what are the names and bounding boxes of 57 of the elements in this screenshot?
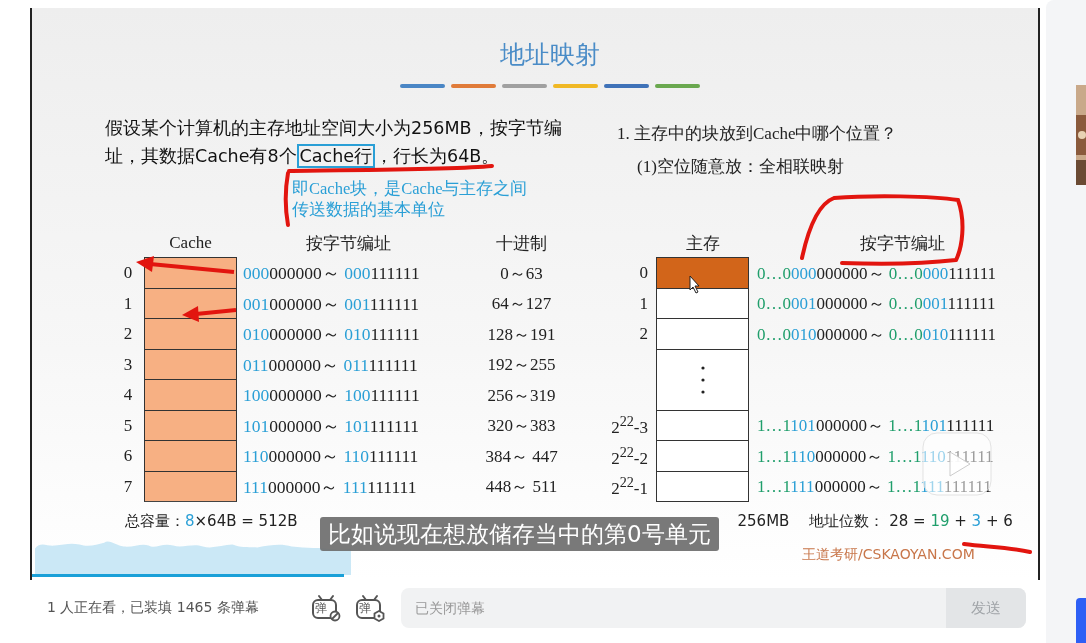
decimal-range: 384～ 447 [484, 445, 559, 468]
ink-arrow [182, 306, 237, 322]
decimal-range: 256～319 [486, 384, 557, 407]
address-bits: 地址位数： 28 = 19 + 3 + 6 [809, 511, 1013, 531]
note-text: 即Cache块，是Cache与主存之间传送数据的基本单位 [292, 178, 529, 220]
block-number: 2$^{22}$-3 [610, 413, 648, 439]
subtitle-caption: 比如说现在想放储存当中的第0号单元 [320, 517, 719, 551]
row-index: 2 [122, 324, 134, 345]
address-range: 1…1101000000～ 1…1101111111 [757, 415, 996, 438]
block-number: 1 [638, 293, 648, 314]
decimal-range: 448～ 511 [484, 476, 559, 499]
decimal-range: 192～255 [486, 354, 557, 377]
address-range: 0…0000000000～ 0…0000111111 [757, 262, 998, 285]
row-index: 4 [122, 385, 134, 406]
address-range: 001000000～ 001111111 [243, 292, 420, 316]
danmaku-settings-button[interactable]: 弹 [353, 593, 387, 623]
address-range: 111000000～ 111111111 [243, 475, 418, 499]
address-range: 100000000～ 100111111 [243, 384, 421, 408]
decimal-range: 0～63 [499, 262, 544, 285]
address-range: 011000000～ 011111111 [243, 353, 419, 377]
address-range: 101000000～ 101111111 [243, 414, 420, 438]
viewer-count: 1 人正在看，已装填 1465 条弹幕 [47, 599, 260, 617]
decimal-range: 64～127 [490, 293, 553, 316]
answer-text: (1)空位随意放：全相联映射 [637, 156, 845, 178]
block-number: 2$^{22}$-1 [610, 474, 648, 500]
block-number: 2 [638, 324, 648, 345]
decimal-range: 128～191 [486, 323, 557, 346]
column-header: 按字节编址 [304, 232, 392, 255]
row-index: 1 [122, 293, 134, 314]
question-text: 1. 主存中的块放到Cache中哪个位置？ [617, 123, 898, 145]
column-header: 按字节编址 [859, 232, 946, 255]
memory-capacity: 256MB [737, 512, 790, 530]
address-range: 110000000～ 110111111 [243, 445, 420, 469]
decimal-range: 320～383 [486, 415, 557, 438]
block-number: 2$^{22}$-2 [610, 443, 648, 469]
problem-text: 假设某个计算机的主存地址空间大小为256MB，按字节编址，其数据Cache有8个 Cache行 ，行长为64B。 [105, 117, 563, 170]
vertical-ellipsis-icon [699, 364, 706, 395]
slide-title: 地址映射 [500, 40, 600, 70]
address-range: 010000000～ 010111111 [243, 323, 421, 347]
column-header: 主存 [684, 232, 721, 255]
row-index: 6 [122, 446, 134, 467]
cache-capacity: 总容量：8×64B = 512B [125, 511, 298, 531]
address-range: 0…0010000000～ 0…0010111111 [757, 323, 998, 346]
row-index: 7 [122, 476, 134, 497]
address-range: 000000000～ 000111111 [243, 262, 421, 286]
play-icon[interactable] [922, 432, 992, 496]
cursor-icon [689, 275, 700, 294]
column-header: 十进制 [495, 232, 548, 255]
address-range: 0…0001000000～ 0…0001111111 [757, 293, 997, 316]
danmaku-off-button[interactable]: 弹 [309, 593, 343, 623]
address-range: 1…1111000000～ 1…1111111111 [757, 476, 993, 499]
row-index: 5 [122, 415, 134, 436]
row-index: 0 [122, 263, 134, 284]
block-number: 0 [638, 263, 648, 284]
row-index: 3 [122, 354, 134, 375]
column-header: Cache [168, 233, 213, 253]
slide-footer: 王道考研/CSKAOYAN.COM [802, 546, 975, 564]
